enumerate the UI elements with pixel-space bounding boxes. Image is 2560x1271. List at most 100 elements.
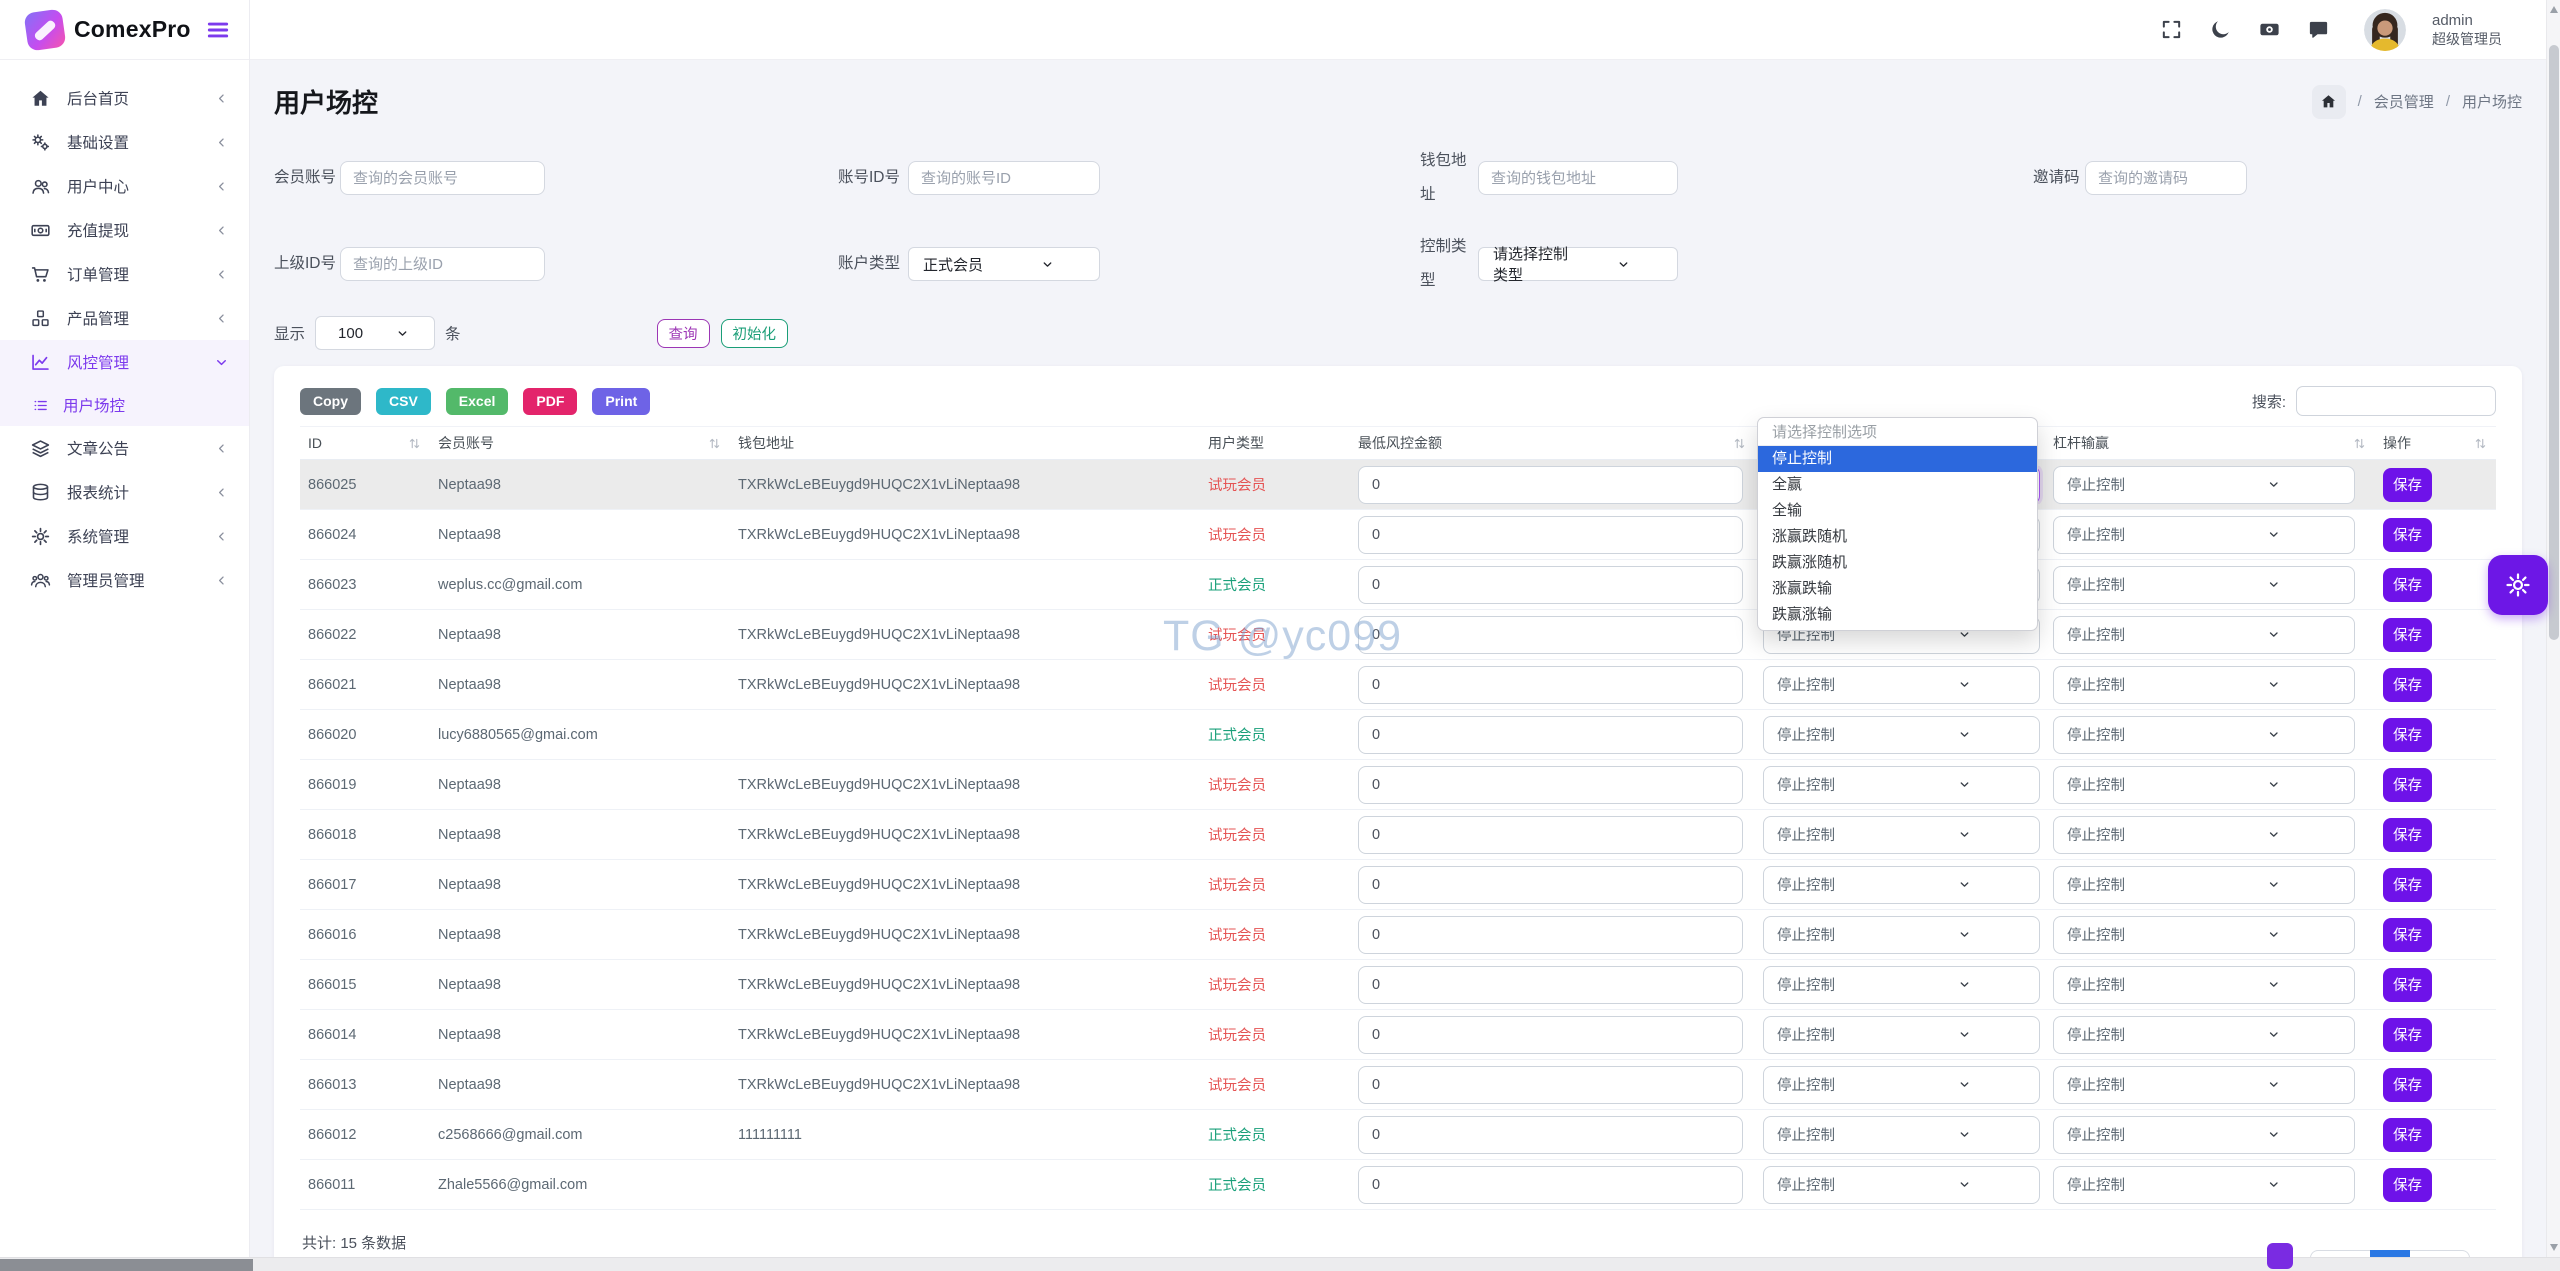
save-button[interactable]: 保存 — [2383, 817, 2432, 852]
sidebar-item[interactable]: 充值提现 — [0, 208, 249, 252]
breadcrumb-home-icon[interactable] — [2311, 84, 2346, 119]
min-risk-input[interactable] — [1358, 1015, 1743, 1054]
column-header[interactable]: 钱包地址 — [730, 433, 1200, 453]
account-id-input[interactable] — [908, 161, 1100, 195]
control-select[interactable]: 停止控制 — [1763, 765, 2040, 804]
save-button[interactable]: 保存 — [2383, 967, 2432, 1002]
lever-select[interactable]: 停止控制 — [2053, 465, 2355, 504]
min-risk-input[interactable] — [1358, 715, 1743, 754]
column-header[interactable]: 会员账号 — [430, 433, 730, 453]
lever-select[interactable]: 停止控制 — [2053, 615, 2355, 654]
export-copy-button[interactable]: Copy — [300, 387, 361, 415]
sidebar-item[interactable]: 用户中心 — [0, 164, 249, 208]
sidebar-item[interactable]: 系统管理 — [0, 514, 249, 558]
save-button[interactable]: 保存 — [2383, 1117, 2432, 1152]
save-button[interactable]: 保存 — [2383, 617, 2432, 652]
breadcrumb-item[interactable]: 用户场控 — [2462, 91, 2522, 112]
lever-select[interactable]: 停止控制 — [2053, 865, 2355, 904]
floating-mini-button[interactable] — [2267, 1243, 2293, 1269]
column-header[interactable]: 杠杆输赢 — [2045, 433, 2375, 453]
min-risk-input[interactable] — [1358, 1165, 1743, 1204]
lever-select[interactable]: 停止控制 — [2053, 915, 2355, 954]
dropdown-option[interactable]: 请选择控制选项 — [1758, 420, 2037, 446]
sidebar-item[interactable]: 后台首页 — [0, 76, 249, 120]
account-type-select[interactable]: 正式会员 — [908, 247, 1100, 281]
lever-select[interactable]: 停止控制 — [2053, 1065, 2355, 1104]
sidebar-subitem[interactable]: 用户场控 — [0, 384, 249, 426]
lever-select[interactable]: 停止控制 — [2053, 1165, 2355, 1204]
sidebar-item[interactable]: 订单管理 — [0, 252, 249, 296]
dropdown-option[interactable]: 停止控制 — [1758, 446, 2037, 472]
wallet-address-input[interactable] — [1478, 161, 1678, 195]
control-select[interactable]: 停止控制 — [1763, 715, 2040, 754]
dropdown-option[interactable]: 涨赢跌随机 — [1758, 524, 2037, 550]
control-select[interactable]: 停止控制 — [1763, 915, 2040, 954]
lever-select[interactable]: 停止控制 — [2053, 815, 2355, 854]
save-button[interactable]: 保存 — [2383, 1017, 2432, 1052]
min-risk-input[interactable] — [1358, 1065, 1743, 1104]
hamburger-icon[interactable] — [205, 17, 231, 43]
control-select[interactable]: 停止控制 — [1763, 965, 2040, 1004]
save-button[interactable]: 保存 — [2383, 1167, 2432, 1202]
vertical-scrollbar[interactable] — [2546, 0, 2560, 1257]
export-excel-button[interactable]: Excel — [445, 387, 509, 415]
save-button[interactable]: 保存 — [2383, 467, 2432, 502]
lever-select[interactable]: 停止控制 — [2053, 765, 2355, 804]
export-print-button[interactable]: Print — [592, 387, 651, 415]
cash-icon[interactable] — [2258, 18, 2281, 41]
save-button[interactable]: 保存 — [2383, 767, 2432, 802]
control-select[interactable]: 停止控制 — [1763, 1115, 2040, 1154]
export-pdf-button[interactable]: PDF — [523, 387, 578, 415]
reset-button[interactable]: 初始化 — [720, 318, 789, 348]
table-search-input[interactable] — [2296, 386, 2496, 416]
sidebar-item[interactable]: 报表统计 — [0, 470, 249, 514]
save-button[interactable]: 保存 — [2383, 717, 2432, 752]
lever-select[interactable]: 停止控制 — [2053, 965, 2355, 1004]
control-select[interactable]: 停止控制 — [1763, 1065, 2040, 1104]
lever-select[interactable]: 停止控制 — [2053, 715, 2355, 754]
min-risk-input[interactable] — [1358, 565, 1743, 604]
export-csv-button[interactable]: CSV — [376, 387, 431, 415]
min-risk-input[interactable] — [1358, 915, 1743, 954]
dropdown-option[interactable]: 跌赢涨输 — [1758, 602, 2037, 628]
vertical-scrollbar-thumb[interactable] — [2549, 45, 2559, 640]
sidebar-item[interactable]: 风控管理 — [0, 340, 249, 384]
column-header[interactable]: ID — [300, 435, 430, 451]
query-button[interactable]: 查询 — [656, 318, 710, 348]
save-button[interactable]: 保存 — [2383, 867, 2432, 902]
min-risk-input[interactable] — [1358, 465, 1743, 504]
sidebar-item[interactable]: 基础设置 — [0, 120, 249, 164]
lever-select[interactable]: 停止控制 — [2053, 1115, 2355, 1154]
control-select[interactable]: 停止控制 — [1763, 815, 2040, 854]
control-select[interactable]: 停止控制 — [1763, 1015, 2040, 1054]
scroll-up-arrow-icon[interactable] — [2550, 6, 2558, 13]
moon-icon[interactable] — [2209, 18, 2232, 41]
min-risk-input[interactable] — [1358, 965, 1743, 1004]
column-header[interactable]: 用户类型 — [1200, 433, 1350, 453]
page-size-select[interactable]: 100 — [315, 316, 436, 350]
save-button[interactable]: 保存 — [2383, 1067, 2432, 1102]
member-account-input[interactable] — [340, 161, 545, 195]
control-select[interactable]: 停止控制 — [1763, 665, 2040, 704]
avatar[interactable] — [2364, 8, 2406, 51]
sidebar-item[interactable]: 管理员管理 — [0, 558, 249, 602]
min-risk-input[interactable] — [1358, 815, 1743, 854]
dropdown-option[interactable]: 全输 — [1758, 498, 2037, 524]
control-select[interactable]: 停止控制 — [1763, 1165, 2040, 1204]
chat-icon[interactable] — [2307, 18, 2330, 41]
min-risk-input[interactable] — [1358, 1115, 1743, 1154]
min-risk-input[interactable] — [1358, 615, 1743, 654]
min-risk-input[interactable] — [1358, 665, 1743, 704]
invite-code-input[interactable] — [2085, 161, 2247, 195]
dropdown-option[interactable]: 涨赢跌输 — [1758, 576, 2037, 602]
save-button[interactable]: 保存 — [2383, 567, 2432, 602]
fullscreen-icon[interactable] — [2160, 18, 2183, 41]
dropdown-option[interactable]: 跌赢涨随机 — [1758, 550, 2037, 576]
save-button[interactable]: 保存 — [2383, 517, 2432, 552]
dropdown-option[interactable]: 全赢 — [1758, 472, 2037, 498]
breadcrumb-item[interactable]: 会员管理 — [2374, 91, 2434, 112]
settings-fab[interactable] — [2488, 555, 2548, 615]
lever-select[interactable]: 停止控制 — [2053, 1015, 2355, 1054]
lever-select[interactable]: 停止控制 — [2053, 565, 2355, 604]
sidebar-item[interactable]: 文章公告 — [0, 426, 249, 470]
